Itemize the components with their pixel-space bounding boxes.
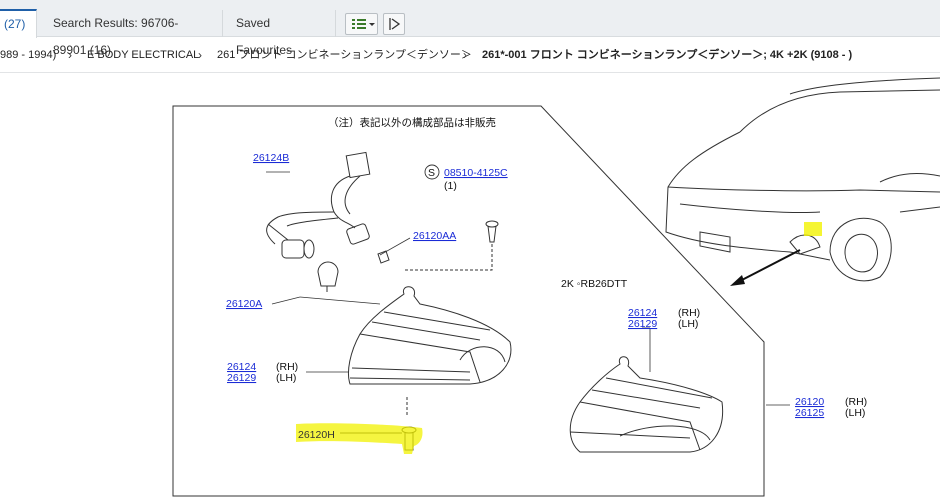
collapse-panel-button[interactable] bbox=[383, 13, 405, 35]
part-link-26120h[interactable]: 26120H bbox=[298, 429, 335, 441]
list-view-icon bbox=[352, 19, 375, 29]
arrow-icon bbox=[730, 249, 801, 286]
chevron-right-icon: › bbox=[68, 48, 72, 62]
part-link-26129[interactable]: 26129 bbox=[227, 372, 256, 384]
part-link-26124b[interactable]: 26124B bbox=[253, 152, 289, 164]
tab-bar: (27) Search Results: 96706-89901 (16) Sa… bbox=[0, 0, 940, 57]
part-link-26125[interactable]: 26125 bbox=[795, 407, 824, 419]
tab-search-results[interactable]: Search Results: 96706-89901 (16) bbox=[41, 10, 223, 57]
screw-illustration bbox=[404, 220, 499, 271]
lh-label: (LH) bbox=[845, 407, 865, 419]
panel-toggle-icon bbox=[389, 18, 401, 30]
breadcrumb-current: 261*-001 フロント コンビネーションランプ＜デンソー＞; 4K +2K … bbox=[482, 49, 853, 61]
screw-quantity: (1) bbox=[444, 180, 457, 192]
car-lamp-highlight bbox=[804, 222, 822, 236]
lh-label: (LH) bbox=[678, 318, 698, 330]
screw-prefix: S bbox=[428, 167, 435, 179]
part-link-26120aa[interactable]: 26120AA bbox=[413, 230, 456, 242]
lamp-illustration bbox=[347, 286, 512, 417]
harness-illustration bbox=[266, 151, 390, 292]
list-view-button[interactable] bbox=[345, 13, 378, 35]
breadcrumb-section[interactable]: 261 フロント コンビネーションランプ＜デンソー＞ bbox=[217, 38, 472, 72]
car-illustration bbox=[665, 77, 940, 282]
tab-saved-favourites[interactable]: Saved Favourites bbox=[224, 10, 336, 57]
tab-results-27[interactable]: (27) bbox=[0, 9, 37, 38]
part-link-26129-variant[interactable]: 26129 bbox=[628, 318, 657, 330]
lh-label: (LH) bbox=[276, 372, 296, 384]
variant-label: 2K ◦RB26DTT bbox=[561, 278, 628, 290]
variant-lamp-illustration bbox=[569, 356, 724, 453]
chevron-right-icon: › bbox=[463, 48, 467, 62]
breadcrumb-group[interactable]: E BODY ELECTRICAL bbox=[87, 38, 199, 72]
breadcrumb: 989 - 1994) › E BODY ELECTRICAL › 261 フロ… bbox=[0, 38, 940, 73]
breadcrumb-model[interactable]: 989 - 1994) bbox=[0, 38, 56, 72]
chevron-right-icon: › bbox=[198, 48, 202, 62]
diagram-note: （注）表記以外の構成部品は非販売 bbox=[328, 116, 496, 129]
part-link-26120a[interactable]: 26120A bbox=[226, 298, 262, 310]
parts-diagram: （注）表記以外の構成部品は非販売 26124B S 08510-4125C (1… bbox=[172, 77, 940, 497]
part-link-08510-4125c[interactable]: 08510-4125C bbox=[444, 167, 508, 179]
